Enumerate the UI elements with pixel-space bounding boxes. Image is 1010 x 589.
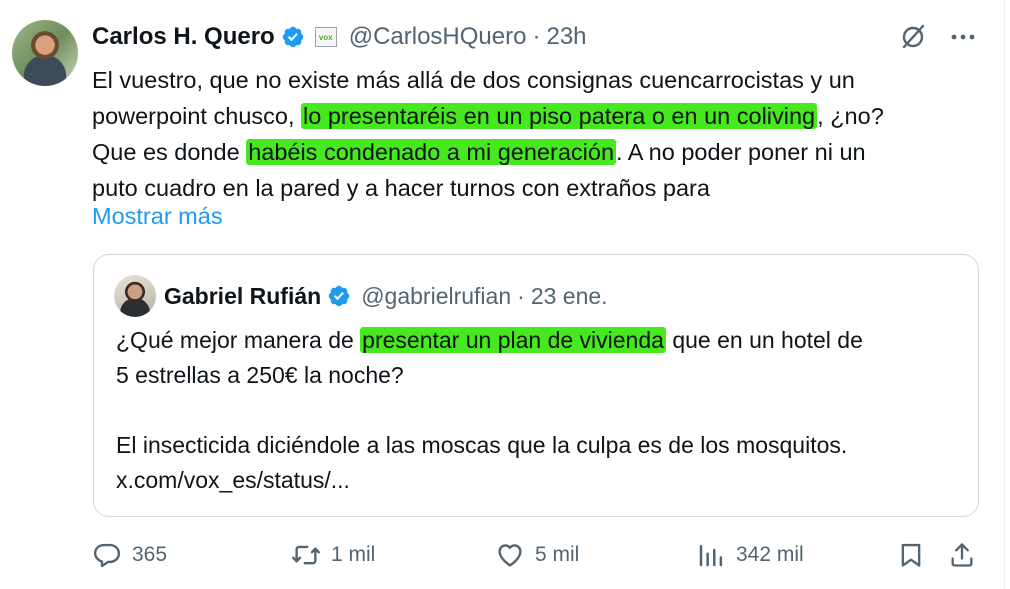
reply-icon — [92, 540, 122, 570]
more-icon[interactable] — [950, 22, 976, 52]
timestamp[interactable]: 23h — [546, 23, 586, 51]
repost-icon — [291, 540, 321, 570]
grok-icon[interactable] — [898, 22, 928, 52]
views-count: 342 mil — [736, 543, 804, 566]
top-actions — [898, 22, 976, 52]
party-badge: vox — [314, 27, 337, 47]
views-icon — [696, 540, 726, 570]
views-button[interactable]: 342 mil — [696, 536, 804, 574]
quoted-author-name[interactable]: Gabriel Rufián — [164, 283, 321, 310]
reply-button[interactable]: 365 — [92, 536, 167, 574]
like-button[interactable]: 5 mil — [495, 536, 579, 574]
highlighted-text: presentar un plan de vivienda — [360, 327, 666, 353]
quoted-avatar[interactable] — [114, 275, 156, 317]
tweet-line-4: puto cuadro en la pared y a hacer turnos… — [92, 175, 710, 201]
quoted-link[interactable]: x.com/vox_es/status/... — [116, 463, 966, 498]
quoted-text: ¿Qué mejor manera de presentar un plan d… — [116, 323, 966, 498]
quoted-line-3: El insecticida diciéndole a las moscas q… — [116, 432, 848, 458]
verified-icon — [327, 284, 351, 308]
repost-count: 1 mil — [331, 543, 376, 566]
share-button[interactable] — [948, 536, 976, 574]
tweet-line-1: El vuestro, que no existe más allá de do… — [92, 67, 855, 93]
quoted-tweet[interactable]: Gabriel Rufián @gabrielrufian · 23 ene. … — [93, 254, 979, 517]
action-bar: 365 1 mil 5 mil 342 mil — [92, 536, 982, 574]
quoted-date[interactable]: 23 ene. — [531, 283, 608, 310]
verified-icon — [281, 25, 305, 49]
quoted-line-1: ¿Qué mejor manera de presentar un plan d… — [116, 327, 863, 353]
tweet-line-2: powerpoint chusco, lo presentaréis en un… — [92, 103, 884, 129]
like-icon — [495, 540, 525, 570]
highlighted-text: habéis condenado a mi generación — [246, 139, 617, 165]
share-icon — [948, 540, 976, 570]
bookmark-button[interactable] — [897, 536, 925, 574]
bookmark-icon — [897, 540, 925, 570]
like-count: 5 mil — [535, 543, 580, 566]
repost-button[interactable]: 1 mil — [291, 536, 375, 574]
separator-dot: · — [517, 282, 525, 309]
reply-count: 365 — [132, 543, 168, 566]
separator-dot: · — [532, 23, 541, 50]
quoted-line-2: 5 estrellas a 250€ la noche? — [116, 362, 404, 388]
author-handle[interactable]: @CarlosHQuero — [349, 23, 527, 51]
column-divider — [1004, 0, 1005, 589]
tweet-text: El vuestro, que no existe más allá de do… — [92, 62, 992, 206]
tweet-line-3: Que es donde habéis condenado a mi gener… — [92, 139, 866, 165]
highlighted-text: lo presentaréis en un piso patera o en u… — [301, 103, 818, 129]
quoted-header: Gabriel Rufián @gabrielrufian · 23 ene. — [164, 277, 608, 315]
quoted-handle[interactable]: @gabrielrufian — [361, 283, 511, 310]
avatar[interactable] — [12, 20, 78, 86]
author-name[interactable]: Carlos H. Quero — [92, 23, 275, 51]
tweet-header: Carlos H. Quero vox @CarlosHQuero · 23h — [92, 20, 587, 54]
show-more-link[interactable]: Mostrar más — [92, 200, 223, 232]
